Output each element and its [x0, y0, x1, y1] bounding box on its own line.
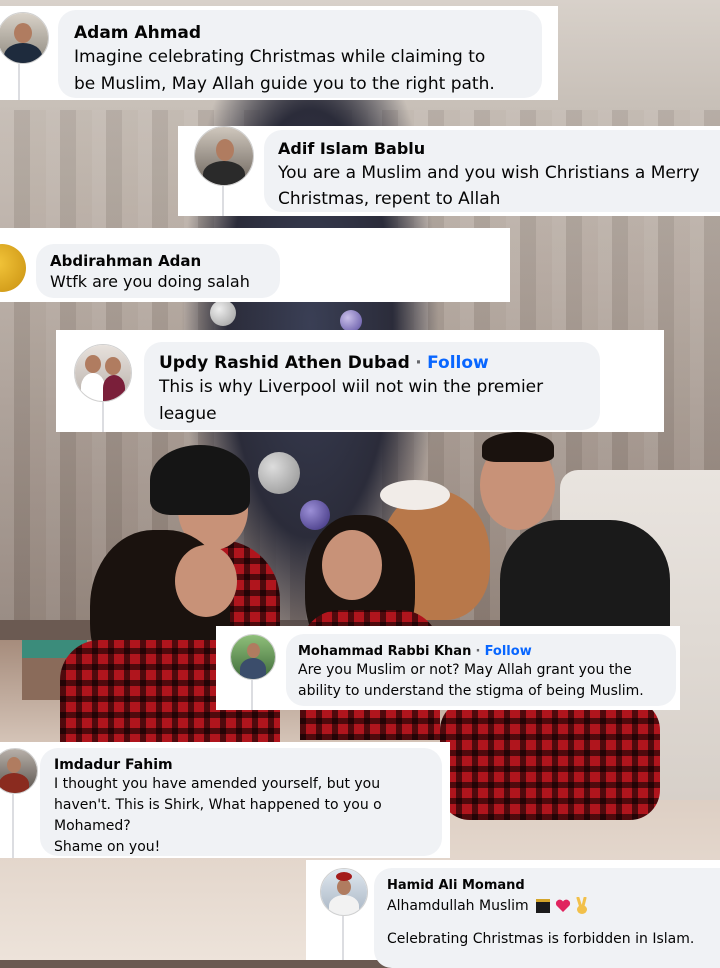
comment-card-abdirahman-adan: Abdirahman Adan Wtfk are you doing salah: [0, 228, 510, 302]
victory-hand-emoji: [576, 897, 588, 914]
comment-bubble[interactable]: Adam Ahmad Imagine celebrating Christmas…: [58, 10, 542, 98]
gingerbread-bow: [380, 480, 450, 510]
comment-text-line1: Alhamdullah Muslim: [387, 895, 720, 917]
comment-text: Alhamdullah Muslim: [387, 898, 529, 914]
comment-card-imdadur-fahim: Imdadur Fahim I thought you have amended…: [0, 742, 450, 858]
ornament: [300, 500, 330, 530]
comment-card-adam-ahmad: Adam Ahmad Imagine celebrating Christmas…: [0, 6, 558, 100]
separator-dot: ·: [415, 353, 422, 373]
avatar[interactable]: [0, 748, 38, 794]
comment-text: Imagine celebrating Christmas while clai…: [74, 47, 495, 94]
avatar[interactable]: [0, 244, 26, 292]
follow-button[interactable]: Follow: [485, 644, 532, 659]
person-woman-hat: [150, 445, 250, 515]
ornament: [340, 310, 362, 332]
thread-line: [251, 680, 253, 710]
thread-line: [222, 186, 224, 216]
follow-button[interactable]: Follow: [427, 353, 489, 373]
red-heart-emoji: [555, 899, 570, 912]
comment-header: Mohammad Rabbi Khan · Follow: [298, 643, 664, 660]
commenter-name[interactable]: Mohammad Rabbi Khan: [298, 644, 471, 659]
avatar[interactable]: [0, 12, 49, 64]
comment-bubble[interactable]: Updy Rashid Athen Dubad · Follow This is…: [144, 342, 600, 430]
avatar[interactable]: [320, 868, 368, 916]
avatar[interactable]: [230, 634, 276, 680]
comment-card-mohammad-rabbi-khan: Mohammad Rabbi Khan · Follow Are you Mus…: [216, 626, 680, 710]
commenter-name[interactable]: Adam Ahmad: [74, 22, 526, 44]
person-man-hair: [482, 432, 554, 462]
person-man-pants: [440, 700, 660, 820]
comment-bubble[interactable]: Hamid Ali Momand Alhamdullah Muslim Cele…: [374, 868, 720, 968]
commenter-name[interactable]: Hamid Ali Momand: [387, 877, 720, 895]
comment-text: Celebrating Christmas is forbidden in Is…: [387, 931, 695, 947]
comment-card-updy-rashid-athen-dubad: Updy Rashid Athen Dubad · Follow This is…: [56, 330, 664, 432]
person-teen-head: [322, 530, 382, 600]
kaaba-emoji: [536, 899, 551, 913]
comment-text: This is why Liverpool wiil not win the p…: [159, 377, 544, 424]
avatar[interactable]: [194, 126, 254, 186]
comment-text: You are a Muslim and you wish Christians…: [278, 163, 700, 209]
commenter-name[interactable]: Abdirahman Adan: [50, 252, 266, 271]
comment-card-adif-islam-bablu: Adif Islam Bablu You are a Muslim and yo…: [178, 126, 720, 216]
comment-bubble[interactable]: Adif Islam Bablu You are a Muslim and yo…: [264, 130, 720, 212]
thread-line: [102, 402, 104, 432]
comment-header: Updy Rashid Athen Dubad · Follow: [159, 352, 585, 374]
comment-bubble[interactable]: Imdadur Fahim I thought you have amended…: [40, 748, 442, 856]
avatar[interactable]: [74, 344, 132, 402]
commenter-name[interactable]: Adif Islam Bablu: [278, 138, 720, 160]
comment-text: I thought you have amended yourself, but…: [54, 776, 382, 855]
commenter-name[interactable]: Imdadur Fahim: [54, 756, 428, 774]
comment-card-hamid-ali-momand: Hamid Ali Momand Alhamdullah Muslim Cele…: [306, 860, 720, 968]
comment-text: Wtfk are you doing salah: [50, 272, 250, 291]
comment-text: Are you Muslim or not? May Allah grant y…: [298, 662, 644, 699]
comment-bubble[interactable]: Abdirahman Adan Wtfk are you doing salah: [36, 244, 280, 298]
ornament: [210, 300, 236, 326]
thread-line: [342, 916, 344, 960]
thread-line: [12, 794, 14, 858]
commenter-name[interactable]: Updy Rashid Athen Dubad: [159, 353, 410, 373]
separator-dot: ·: [475, 644, 481, 659]
thread-line: [18, 64, 20, 100]
ornament: [258, 452, 300, 494]
comment-bubble[interactable]: Mohammad Rabbi Khan · Follow Are you Mus…: [286, 634, 676, 706]
person-girl-head: [175, 545, 237, 617]
